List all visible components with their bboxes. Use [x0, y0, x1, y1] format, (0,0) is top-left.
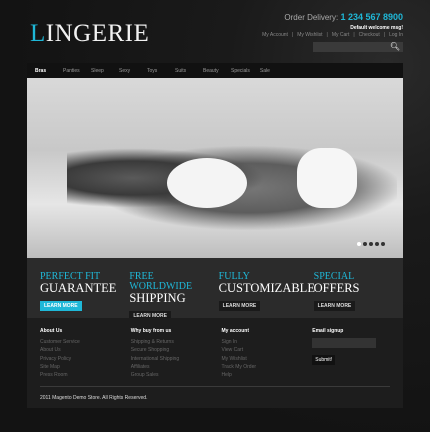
learn-more-button[interactable]: LEARN MORE	[40, 301, 82, 311]
footer-heading: My account	[221, 328, 250, 334]
separator: |	[326, 32, 328, 38]
delivery-label: Order Delivery:	[284, 13, 339, 22]
footer-col-account: My account Sign In View Cart My Wishlist Tr…	[222, 328, 313, 408]
slider-dot[interactable]	[381, 242, 385, 246]
footer-link[interactable]: Affiliates	[131, 363, 222, 371]
model-bra	[167, 158, 247, 208]
slider-dot[interactable]	[369, 242, 373, 246]
main-nav: Bras Panties Sleep Sexy Toys Suits Beaut…	[27, 63, 403, 78]
search-input[interactable]: 🔍︎	[313, 42, 403, 52]
nav-sale[interactable]: Sale	[260, 68, 288, 74]
learn-more-button[interactable]: LEARN MORE	[218, 301, 261, 311]
promo-perfect-fit: PERFECT FIT GUARANTEE LEARN MORE	[40, 272, 129, 318]
nav-toys[interactable]: Toys	[147, 68, 175, 74]
slider-dot[interactable]	[375, 242, 379, 246]
learn-more-button[interactable]: LEARN MORE	[313, 301, 356, 311]
email-signup-input[interactable]	[312, 338, 377, 348]
footer-link[interactable]: Group Sales	[131, 371, 222, 379]
link-my-account[interactable]: My Account	[262, 32, 288, 38]
footer-link[interactable]: Privacy Policy	[40, 355, 131, 363]
promo-title: SHIPPING	[129, 291, 186, 305]
nav-suits[interactable]: Suits	[175, 68, 203, 74]
nav-specials[interactable]: Specials	[231, 68, 260, 74]
link-log-in[interactable]: Log In	[389, 32, 403, 38]
footer-heading: About Us	[40, 328, 63, 334]
promo-title: GUARANTEE	[40, 281, 117, 295]
nav-bras[interactable]: Bras	[35, 68, 63, 74]
logo-text: INGERIE	[45, 20, 150, 47]
link-checkout[interactable]: Checkout	[359, 32, 380, 38]
footer-heading: Why buy from us	[130, 328, 172, 334]
link-my-cart[interactable]: My Cart	[332, 32, 350, 38]
slider-dot[interactable]	[357, 242, 361, 246]
promo-subtitle: FREE WORLDWIDE	[129, 271, 193, 292]
footer-link[interactable]: Shipping & Returns	[131, 338, 222, 346]
promo-offers: SPECIAL OFFERS LEARN MORE	[313, 272, 403, 318]
footer-link[interactable]: Track My Order	[222, 363, 313, 371]
footer-heading: Email signup	[312, 328, 344, 334]
welcome-message: Default welcome msg!	[350, 25, 403, 31]
slider-dot[interactable]	[363, 242, 367, 246]
nav-beauty[interactable]: Beauty	[203, 68, 231, 74]
promo-strip: PERFECT FIT GUARANTEE LEARN MORE FREE WORL…	[27, 258, 403, 321]
hero-slider-image[interactable]	[27, 78, 403, 258]
slider-dots	[357, 242, 385, 246]
footer-link[interactable]: Customer Service	[40, 338, 131, 346]
footer-link[interactable]: Help	[222, 371, 313, 379]
phone-number: 1 234 567 8900	[340, 12, 403, 22]
logo[interactable]: LINGERIE	[30, 20, 149, 48]
link-my-wishlist[interactable]: My Wishlist	[297, 32, 322, 38]
top-links: My Account | My Wishlist | My Cart | Checko…	[262, 32, 403, 38]
copyright: 2011 Magento Demo Store. All Rights Rese…	[40, 395, 148, 401]
order-delivery: Order Delivery: 1 234 567 8900	[284, 12, 403, 22]
nav-sexy[interactable]: Sexy	[119, 68, 147, 74]
separator: |	[383, 32, 386, 38]
footer-link[interactable]: Site Map	[40, 363, 131, 371]
footer-divider	[40, 386, 390, 387]
footer-link[interactable]: About Us	[40, 346, 131, 354]
footer-link[interactable]: My Wishlist	[222, 355, 313, 363]
submit-button[interactable]: Submit!	[312, 355, 336, 365]
footer-link[interactable]: International Shipping	[131, 355, 222, 363]
separator: |	[353, 32, 355, 38]
promo-shipping: FREE WORLDWIDE SHIPPING LEARN MORE	[129, 271, 218, 321]
logo-initial: L	[30, 20, 46, 47]
nav-sleep[interactable]: Sleep	[91, 68, 119, 74]
footer-link[interactable]: Press Room	[40, 371, 131, 379]
promo-title: CUSTOMIZABLE	[218, 281, 315, 295]
footer-link[interactable]: Secure Shopping	[131, 346, 222, 354]
nav-panties[interactable]: Panties	[63, 68, 91, 74]
footer-link[interactable]: Sign In	[222, 338, 313, 346]
footer-col-email: Email signup Submit!	[312, 328, 403, 408]
separator: |	[291, 32, 294, 38]
model-briefs	[297, 148, 357, 208]
promo-customizable: FULLY CUSTOMIZABLE LEARN MORE	[218, 272, 315, 318]
footer-link[interactable]: View Cart	[222, 346, 313, 354]
search-icon[interactable]: 🔍︎	[390, 42, 400, 51]
promo-title: OFFERS	[313, 281, 360, 295]
